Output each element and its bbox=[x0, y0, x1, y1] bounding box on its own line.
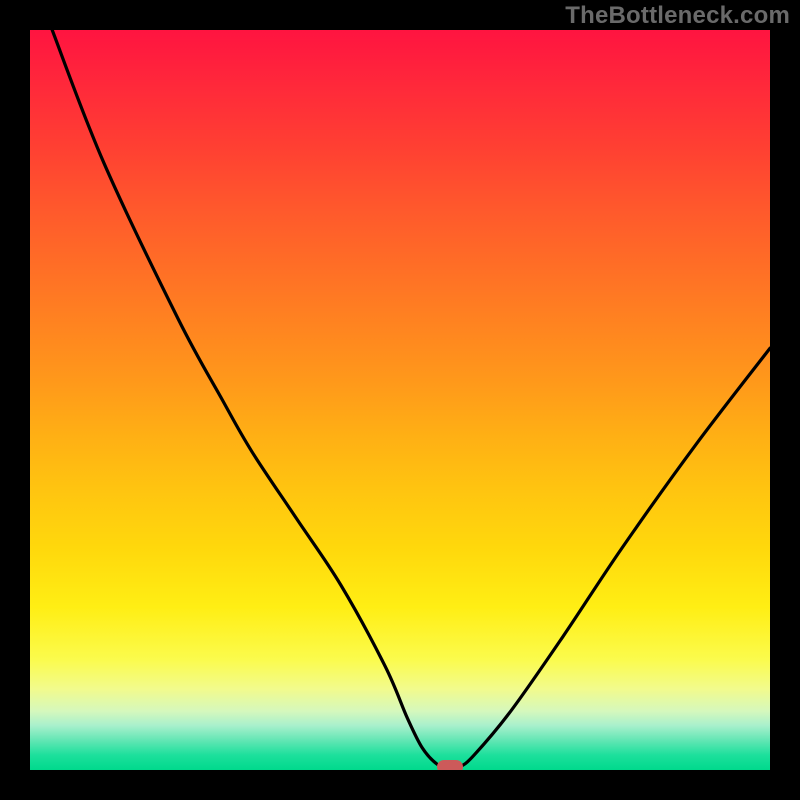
bottleneck-curve bbox=[52, 30, 770, 768]
optimal-marker bbox=[437, 760, 463, 770]
plot-area bbox=[30, 30, 770, 770]
watermark-text: TheBottleneck.com bbox=[565, 2, 790, 30]
curve-layer bbox=[30, 30, 770, 770]
chart-frame: TheBottleneck.com bbox=[0, 0, 800, 800]
